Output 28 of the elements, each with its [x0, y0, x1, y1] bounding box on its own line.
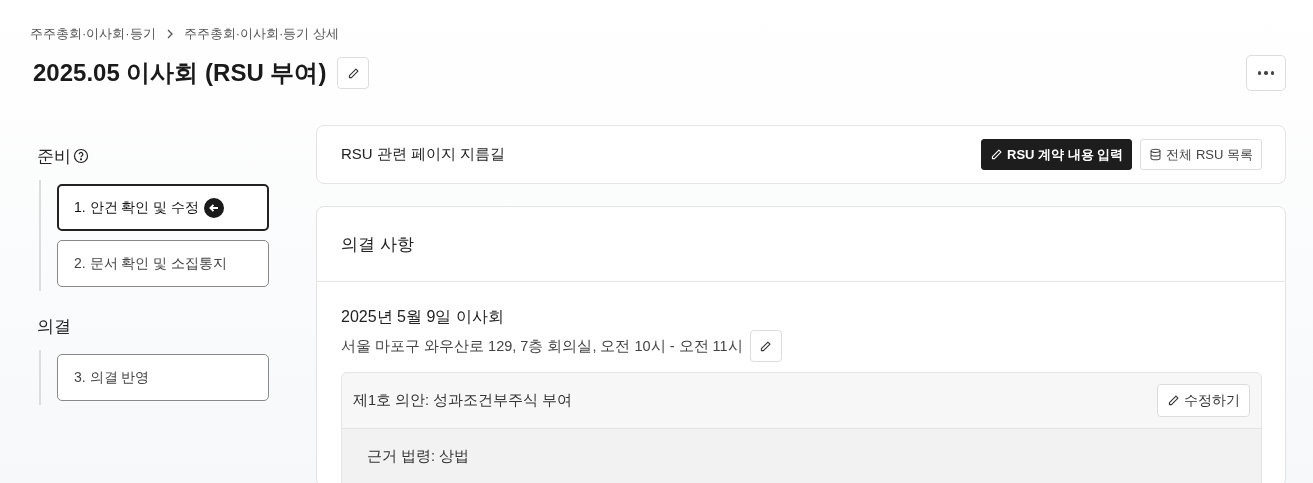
pencil-icon: [759, 339, 773, 353]
more-button[interactable]: [1246, 55, 1286, 91]
chevron-right-icon: [165, 29, 174, 39]
agenda-title: 제1호 의안: 성과조건부주식 부여: [353, 391, 573, 410]
pencil-icon: [1167, 394, 1180, 407]
edit-title-button[interactable]: [337, 57, 370, 89]
meeting-title: 2025년 5월 9일 이사회: [341, 307, 505, 327]
database-icon: [1149, 148, 1163, 161]
legal-basis: 근거 법령: 상법: [367, 447, 470, 466]
step-item[interactable]: 2. 문서 확인 및 소집통지: [57, 240, 269, 287]
breadcrumb-link[interactable]: 주주총회·이사회·등기 상세: [183, 25, 339, 43]
pencil-icon: [990, 148, 1004, 161]
edit-agenda-button[interactable]: 수정하기: [1157, 384, 1250, 417]
pencil-icon: [346, 66, 360, 80]
page-title: 2025.05 이사회 (RSU 부여): [33, 58, 327, 88]
arrow-left-icon: [204, 197, 225, 218]
step-item[interactable]: 1. 안건 확인 및 수정: [57, 184, 269, 231]
breadcrumb-link[interactable]: 주주총회·이사회·등기: [30, 25, 156, 43]
contract-input-button[interactable]: RSU 계약 내용 입력: [981, 139, 1133, 170]
section-title: 준비: [37, 145, 71, 168]
edit-meeting-button[interactable]: [749, 330, 782, 362]
help-icon[interactable]: [73, 148, 89, 164]
rsu-list-button[interactable]: 전체 RSU 목록: [1140, 139, 1262, 170]
step-item[interactable]: 3. 의결 반영: [57, 354, 269, 401]
card-title: 의결 사항: [341, 233, 414, 256]
card-title: RSU 관련 페이지 지름길: [341, 145, 506, 164]
meeting-details: 서울 마포구 와우산로 129, 7층 회의실, 오전 10시 - 오전 11시: [341, 336, 743, 356]
section-title: 의결: [37, 315, 71, 338]
